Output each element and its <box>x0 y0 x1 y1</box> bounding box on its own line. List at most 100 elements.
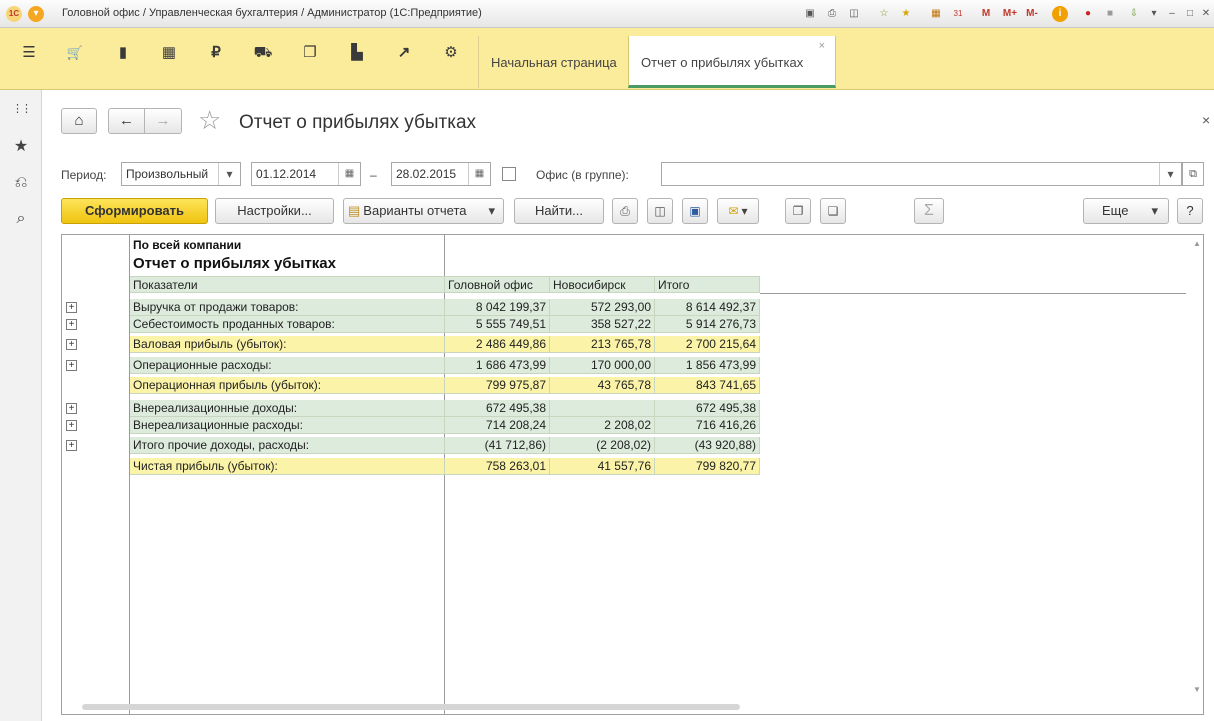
favorites-star-icon[interactable]: ★ <box>10 136 32 158</box>
find-button[interactable]: Найти... <box>514 198 604 224</box>
tab-report-label: Отчет о прибылях убытках <box>641 55 804 70</box>
report-variants-button[interactable]: ▤ Варианты отчета ▾ <box>343 198 504 224</box>
generate-button[interactable]: Сформировать <box>61 198 208 224</box>
calendar-icon[interactable]: 31 <box>950 6 966 22</box>
period-dropdown-icon[interactable]: ▾ <box>218 163 240 185</box>
office-field[interactable]: ▾ <box>661 162 1182 186</box>
print-button[interactable]: ⎙ <box>612 198 638 224</box>
tab-close-icon[interactable]: × <box>819 40 825 52</box>
header-cell-novosibirsk: Новосибирск <box>550 276 655 293</box>
expand-row-icon[interactable]: + <box>66 360 77 371</box>
stop-icon[interactable]: ■ <box>1102 6 1118 22</box>
ruble-icon[interactable]: ₽ <box>205 42 227 64</box>
period-value: Произвольный <box>126 167 209 181</box>
expand-row-icon[interactable]: + <box>66 440 77 451</box>
close-icon[interactable]: ✕ <box>1198 6 1214 22</box>
more-button[interactable]: Еще ▾ <box>1083 198 1169 224</box>
more-dropdown-icon: ▾ <box>1151 203 1158 218</box>
tab-report[interactable]: Отчет о прибылях убытках × <box>628 36 836 88</box>
expand-row-icon[interactable]: + <box>66 302 77 313</box>
expand-row-icon[interactable]: + <box>66 420 77 431</box>
truck-icon[interactable]: ⛟ <box>252 42 274 64</box>
menu-icon[interactable]: ☰ <box>18 42 40 64</box>
trend-icon[interactable]: ↗ <box>393 42 415 64</box>
search-icon[interactable]: ⌕ <box>10 208 32 230</box>
home-button[interactable]: ⌂ <box>61 108 97 134</box>
download-icon[interactable]: ⇩ <box>1126 6 1142 22</box>
office-checkbox[interactable] <box>502 167 516 181</box>
favorite-star-icon[interactable]: ☆ <box>198 105 221 136</box>
save-icon[interactable]: ▣ <box>802 6 818 22</box>
memory-plus-icon[interactable]: M+ <box>1000 6 1020 22</box>
calendar-to-icon[interactable]: ▦ <box>468 163 490 185</box>
cell-head-office: 672 495,38 <box>445 400 550 417</box>
cell-total: 672 495,38 <box>655 400 760 417</box>
report-title: Отчет о прибылях убытках <box>133 255 336 272</box>
home-icon: ⌂ <box>74 112 84 129</box>
date-from-field[interactable]: 01.12.2014 ▦ <box>251 162 361 186</box>
vertical-scroll-down-icon[interactable]: ▼ <box>1193 685 1201 694</box>
settings-label: Настройки... <box>237 203 312 218</box>
vertical-scroll-up-icon[interactable]: ▲ <box>1193 239 1201 248</box>
bar-chart-icon[interactable]: ▙ <box>346 42 368 64</box>
office-dropdown-icon[interactable]: ▾ <box>1159 163 1181 185</box>
print-icon: ⎙ <box>620 204 630 218</box>
period-select[interactable]: Произвольный ▾ <box>121 162 241 186</box>
date-to-field[interactable]: 28.02.2015 ▦ <box>391 162 491 186</box>
minimize-icon[interactable]: – <box>1164 6 1180 22</box>
preview-icon[interactable]: ◫ <box>846 6 862 22</box>
tab-home[interactable]: Начальная страница <box>478 36 628 88</box>
warehouse-icon[interactable]: ▦ <box>158 42 180 64</box>
memory-minus-icon[interactable]: M- <box>1022 6 1042 22</box>
favorites-icon[interactable]: ★ <box>898 6 914 22</box>
all-functions-icon[interactable]: ⋮⋮ <box>10 98 32 120</box>
expand-row-icon[interactable]: + <box>66 339 77 350</box>
cart-icon[interactable]: 🛒 <box>64 42 86 64</box>
cell-total: 5 914 276,73 <box>655 316 760 333</box>
back-button[interactable]: ← <box>108 108 145 134</box>
cell-novosibirsk: 213 765,78 <box>550 336 655 353</box>
office-open-button[interactable]: ⧉ <box>1182 162 1204 186</box>
cell-total: 2 700 215,64 <box>655 336 760 353</box>
calendar-from-icon[interactable]: ▦ <box>338 163 360 185</box>
app-logo-icon[interactable]: 1С <box>6 6 22 22</box>
history-icon[interactable]: ⎌ <box>10 172 32 194</box>
expand-row-icon[interactable]: + <box>66 403 77 414</box>
add-favorite-icon[interactable]: ☆ <box>876 6 892 22</box>
save-icon: ▣ <box>689 204 701 218</box>
dropdown-icon[interactable]: ▾ <box>1146 6 1162 22</box>
cell-novosibirsk <box>550 400 655 417</box>
cell-novosibirsk: 2 208,02 <box>550 417 655 434</box>
cell-total: 1 856 473,99 <box>655 357 760 374</box>
report-spreadsheet[interactable]: По всей компании Отчет о прибылях убытка… <box>61 234 1204 715</box>
record-icon[interactable]: ● <box>1080 6 1096 22</box>
header-cell-head-office: Головной офис <box>445 276 550 293</box>
gear-icon[interactable]: ⚙ <box>440 42 462 64</box>
bag-icon[interactable]: ▮ <box>112 42 134 64</box>
preview-button[interactable]: ◫ <box>647 198 673 224</box>
memory-m-icon[interactable]: M <box>978 6 994 22</box>
cell-head-office: 799 975,87 <box>445 377 550 394</box>
horizontal-scrollbar[interactable] <box>82 704 740 710</box>
send-mail-button[interactable]: ✉ ▾ <box>717 198 759 224</box>
paste-button[interactable]: ❏ <box>820 198 846 224</box>
print-icon[interactable]: ⎙ <box>824 6 840 22</box>
maximize-icon[interactable]: □ <box>1182 6 1198 22</box>
documents-icon[interactable]: ❐ <box>299 42 321 64</box>
form-close-icon[interactable]: × <box>1202 112 1210 128</box>
header-cell-total: Итого <box>655 276 760 293</box>
copy-button[interactable]: ❐ <box>785 198 811 224</box>
form-title: Отчет о прибылях убытках <box>239 112 477 133</box>
sum-button[interactable]: Σ <box>914 198 944 224</box>
forward-button[interactable]: → <box>144 108 182 134</box>
help-button[interactable]: ? <box>1177 198 1203 224</box>
save-button[interactable]: ▣ <box>682 198 708 224</box>
info-icon[interactable]: i <box>1052 6 1068 22</box>
main-menu-icon[interactable]: ▾ <box>28 6 44 22</box>
generate-label: Сформировать <box>84 203 185 218</box>
calculator-icon[interactable]: ▦ <box>928 6 944 22</box>
expand-row-icon[interactable]: + <box>66 319 77 330</box>
settings-button[interactable]: Настройки... <box>215 198 334 224</box>
copy-icon: ❐ <box>792 204 804 218</box>
cell-total: 716 416,26 <box>655 417 760 434</box>
